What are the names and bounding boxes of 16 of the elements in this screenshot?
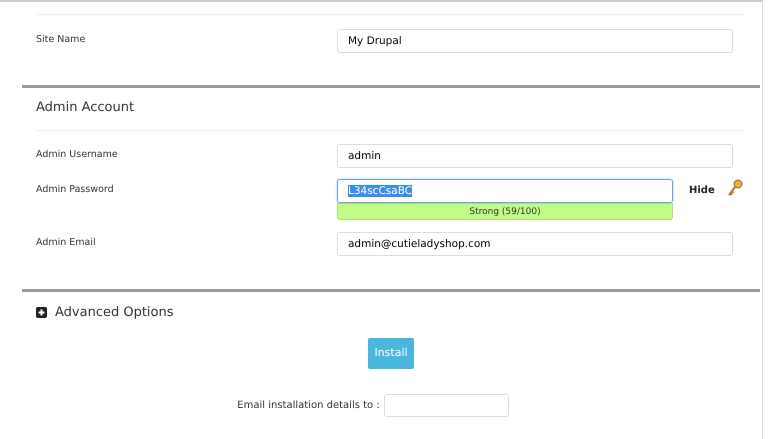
key-icon[interactable] bbox=[726, 178, 743, 196]
hide-link[interactable]: Hide bbox=[689, 182, 715, 220]
section-toggle[interactable]: Advanced Options bbox=[55, 302, 174, 322]
field-label: Admin Password bbox=[36, 182, 115, 196]
expand-icon[interactable] bbox=[36, 306, 47, 318]
field-label: Email installation details to : bbox=[237, 399, 380, 413]
field-label: Site Name bbox=[36, 33, 86, 47]
field-label: Admin Email bbox=[36, 236, 97, 250]
password-text: L34scCsaBC bbox=[348, 184, 412, 196]
input-field[interactable] bbox=[384, 394, 509, 417]
input-field[interactable]: My Drupal bbox=[337, 29, 733, 53]
strength-meter: Strong (59/100) bbox=[337, 202, 673, 220]
field-label: Admin Username bbox=[36, 148, 119, 162]
input-field[interactable]: admin@cutieladyshop.com bbox=[337, 232, 733, 256]
input-field[interactable]: admin bbox=[337, 144, 733, 168]
section-title: Admin Account bbox=[36, 99, 136, 117]
